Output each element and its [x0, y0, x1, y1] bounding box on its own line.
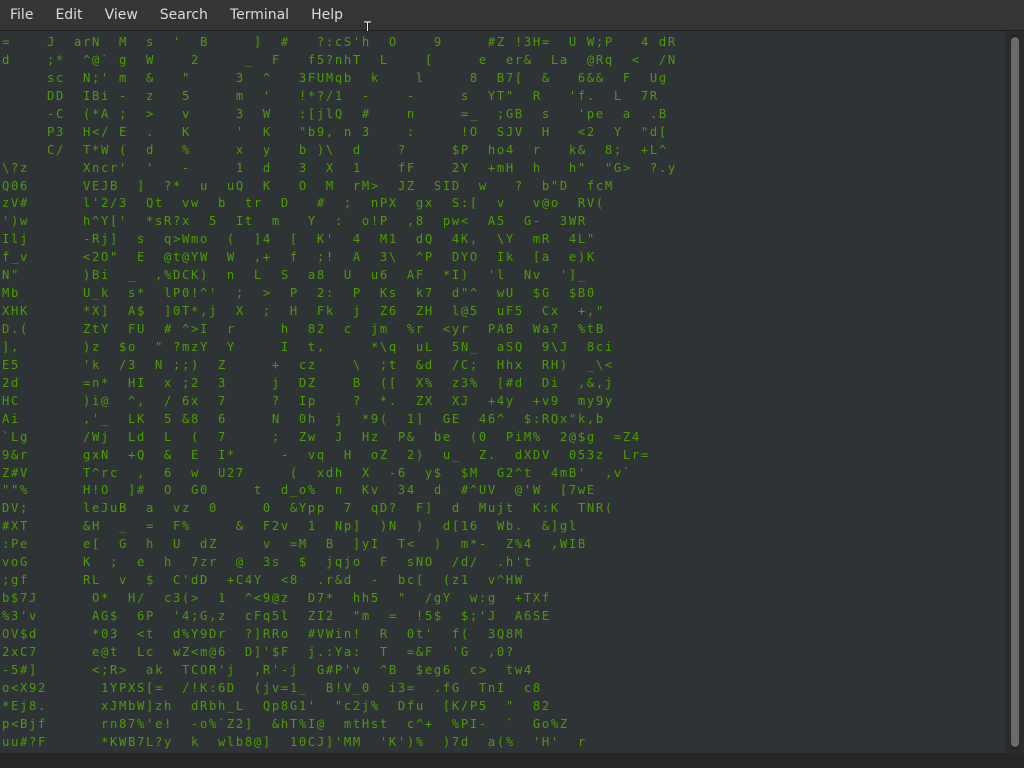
menu-bar: File Edit View Search Terminal Help: [0, 0, 1024, 31]
terminal-line: Q06 VEJB ] ?* u uQ K O M rM> JZ SID w ? …: [2, 178, 614, 193]
terminal-line: HC )i@ ^, / 6x 7 ? Ip ? *. ZX XJ +4y +v9…: [2, 393, 614, 408]
terminal-line: d ;* ^@` g W 2 _ F f5?nhT L [ e er& La @…: [2, 52, 677, 67]
terminal-line: D.( ZtY FU # ^>I r h 82 c jm %r <yr PAB …: [2, 322, 605, 336]
terminal-line: XHK *X] A$ ]0T*,j X ; H Fk j Z6 ZH l@5 u…: [2, 304, 605, 319]
terminal-line: :Pe e[ G h U dZ v =M B ]yI T< ) m*- Z%4 …: [2, 537, 587, 552]
window-bottom-edge: [0, 753, 1024, 768]
vertical-scrollbar[interactable]: [1006, 31, 1024, 753]
menu-help[interactable]: Help: [300, 0, 354, 30]
terminal-line: Mb U_k s* lP0!^' ; > P 2: P Ks k7 d"^ wU…: [2, 286, 596, 301]
terminal-line: Z#V T^rc , 6 w U27 ( xdh X -6 y$ $M G2^t…: [2, 465, 632, 480]
menu-edit[interactable]: Edit: [44, 0, 93, 30]
terminal-line: N" )Bi _ ,%DCK) n L S a8 U u6 AF *I) 'l …: [2, 268, 587, 283]
scrollbar-thumb[interactable]: [1011, 37, 1019, 747]
terminal-line: `Lg /Wj Ld L ( 7 ; Zw J Hz P& be (0 PiM%…: [2, 429, 641, 444]
menu-terminal[interactable]: Terminal: [219, 0, 300, 30]
terminal-line: p<Bjf rn87%'e! -o%`Z2] &hT%I@ mtHst c^+ …: [2, 716, 569, 731]
terminal-line: 2d =n* HI x ;2 3 j DZ B ([ X% z3% [#d Di…: [2, 375, 614, 390]
menu-view[interactable]: View: [94, 0, 149, 30]
menu-file[interactable]: File: [0, 0, 44, 30]
terminal-line: C/ T*W ( d % x y b )\ d ? $P ho4 r k& 8;…: [2, 142, 668, 157]
terminal-line: zV# l'2/3 Qt vw b tr D # ; nPX gx S:[ v …: [2, 196, 605, 211]
terminal-line: DD IBi - z 5 m ' !*?/1 - - s YT" R 'f. L…: [2, 88, 659, 103]
terminal-line: Ai ,'_ LK 5 &8 6 N 0h j *9( 1] GE 46^ $:…: [2, 411, 605, 426]
terminal-line: 2xC7 e@t Lc wZ<m@6 D]'$F j.:Ya: T =&F 'G…: [2, 644, 515, 659]
terminal-line: OV$d *03 <t d%Y9Dr ?]RRo #VWin! R 0t' f(…: [2, 626, 524, 641]
terminal-line: o<X92 1YPXS[= /!K:6D (jv=1_ B!V_0 i3= .f…: [2, 680, 542, 695]
terminal-line: \?z Xncr' ' - 1 d 3 X 1 fF 2Y +mH h h" "…: [2, 160, 677, 175]
terminal-line: b$7J O* H/ c3(> 1 ^<9@z D7* hh5 " /gY w:…: [2, 591, 551, 606]
terminal-line: *Ej8. xJMbW]zh dRbh_L Qp8G1' "c2j% Dfu […: [2, 698, 551, 713]
terminal-line: %3'v AG$ 6P '4;G,z cFq5l ZI2 "m = !5$ $;…: [2, 609, 551, 623]
terminal-line: P3 H</ E . K ' K "b9, n 3 : !O SJV H <2 …: [2, 124, 668, 139]
terminal-line: ], )z $o " ?mzY Y I t, *\q uL 5N_ aSQ 9\…: [2, 339, 614, 354]
terminal-line: voG K ; e h 7zr @ 3s $ jqjo F sNO /d/ .h…: [2, 555, 533, 570]
terminal-line: ')w h^Y[' *sR?x 5 It m Y : o!P ,8 pw< A5…: [2, 214, 587, 229]
terminal-line: ;gf RL v $ C'dD +C4Y <8 .r&d - bc[ (z1 v…: [2, 573, 524, 588]
terminal-line: Ilj -Rj] s q>Wmo ( ]4 [ K' 4 M1 dQ 4K, \…: [2, 232, 596, 247]
terminal-line: uu#?F *KWB7L?y k wlb8@] 10CJ]'MM 'K')% )…: [2, 734, 587, 749]
terminal-output[interactable]: = J arN M s ' B ] # ?:cS'h O 9 #Z !3H= U…: [0, 31, 1006, 753]
terminal-line: -5#] <;R> ak TCOR'j ,R'-j G#P'v ^B $eg6 …: [2, 662, 533, 677]
matrix-rain-text: = J arN M s ' B ] # ?:cS'h O 9 #Z !3H= U…: [2, 34, 677, 752]
terminal-line: DV; leJuB a vz 0 0 &Ypp 7 qD? F] d Mujt …: [2, 501, 614, 516]
terminal-line: f_v <2O" E @t@YW W ,+ f ;! A 3\ ^P DYO I…: [2, 250, 596, 265]
terminal-line: sc N;' m & " 3 ^ 3FUMqb k l 8 B7[ & 6&& …: [2, 70, 668, 85]
terminal-line: -C (*A ; > v 3 W :[jlQ # n =_ ;GB s 'pe …: [2, 106, 668, 121]
terminal-line: = J arN M s ' B ] # ?:cS'h O 9 #Z !3H= U…: [2, 35, 677, 49]
terminal-line: 9&r gxN +Q & E I* - vq H oZ 2) u_ Z. dXD…: [2, 447, 650, 462]
terminal-line: #XT &H _ = F% & F2v 1 Np] )N ) d[16 Wb. …: [2, 519, 578, 534]
menu-search[interactable]: Search: [149, 0, 219, 30]
terminal-line: ""% H!O ]# O G0 t d_o% n Kv 34 d #^UV @'…: [2, 483, 596, 498]
terminal-line: E5 'k /3 N ;;) Z + cz \ ;t &d /C; Hhx RH…: [2, 357, 614, 372]
